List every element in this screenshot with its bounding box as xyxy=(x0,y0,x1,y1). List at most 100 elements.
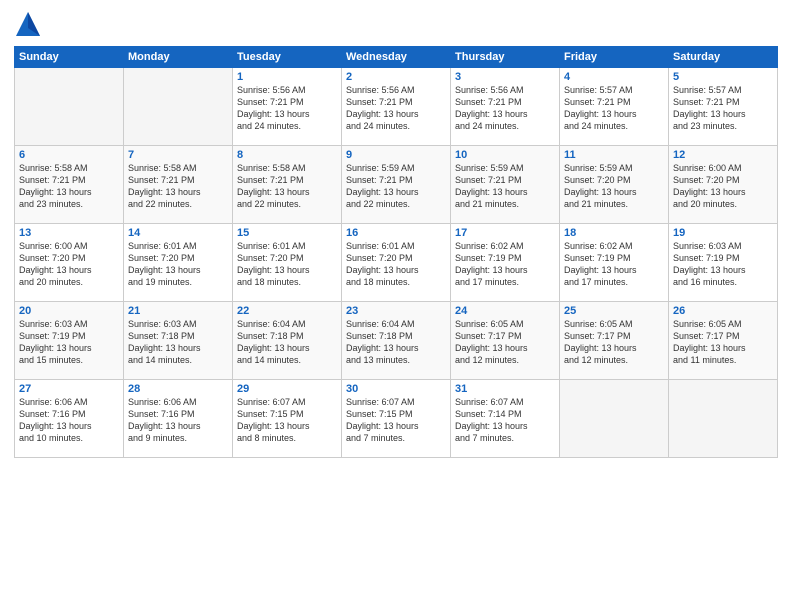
calendar-cell xyxy=(15,68,124,146)
weekday-header: Wednesday xyxy=(342,47,451,68)
calendar-cell: 29Sunrise: 6:07 AM Sunset: 7:15 PM Dayli… xyxy=(233,380,342,458)
calendar-cell: 3Sunrise: 5:56 AM Sunset: 7:21 PM Daylig… xyxy=(451,68,560,146)
calendar-cell: 9Sunrise: 5:59 AM Sunset: 7:21 PM Daylig… xyxy=(342,146,451,224)
calendar-week-row: 13Sunrise: 6:00 AM Sunset: 7:20 PM Dayli… xyxy=(15,224,778,302)
day-info: Sunrise: 6:03 AM Sunset: 7:18 PM Dayligh… xyxy=(128,318,228,367)
weekday-header: Sunday xyxy=(15,47,124,68)
day-info: Sunrise: 6:05 AM Sunset: 7:17 PM Dayligh… xyxy=(673,318,773,367)
calendar-cell: 19Sunrise: 6:03 AM Sunset: 7:19 PM Dayli… xyxy=(669,224,778,302)
day-number: 6 xyxy=(19,149,119,161)
day-number: 7 xyxy=(128,149,228,161)
day-number: 5 xyxy=(673,71,773,83)
calendar-cell: 16Sunrise: 6:01 AM Sunset: 7:20 PM Dayli… xyxy=(342,224,451,302)
day-info: Sunrise: 6:06 AM Sunset: 7:16 PM Dayligh… xyxy=(128,396,228,445)
weekday-header: Tuesday xyxy=(233,47,342,68)
day-number: 10 xyxy=(455,149,555,161)
day-info: Sunrise: 5:56 AM Sunset: 7:21 PM Dayligh… xyxy=(346,84,446,133)
weekday-header: Saturday xyxy=(669,47,778,68)
calendar-cell: 15Sunrise: 6:01 AM Sunset: 7:20 PM Dayli… xyxy=(233,224,342,302)
logo-icon xyxy=(14,10,42,38)
day-number: 19 xyxy=(673,227,773,239)
day-number: 21 xyxy=(128,305,228,317)
weekday-header: Friday xyxy=(560,47,669,68)
day-number: 2 xyxy=(346,71,446,83)
day-info: Sunrise: 6:07 AM Sunset: 7:15 PM Dayligh… xyxy=(346,396,446,445)
day-number: 30 xyxy=(346,383,446,395)
day-info: Sunrise: 5:59 AM Sunset: 7:20 PM Dayligh… xyxy=(564,162,664,211)
day-number: 13 xyxy=(19,227,119,239)
day-number: 24 xyxy=(455,305,555,317)
day-info: Sunrise: 5:56 AM Sunset: 7:21 PM Dayligh… xyxy=(237,84,337,133)
calendar-cell: 26Sunrise: 6:05 AM Sunset: 7:17 PM Dayli… xyxy=(669,302,778,380)
calendar-cell: 22Sunrise: 6:04 AM Sunset: 7:18 PM Dayli… xyxy=(233,302,342,380)
day-info: Sunrise: 6:04 AM Sunset: 7:18 PM Dayligh… xyxy=(346,318,446,367)
day-info: Sunrise: 6:01 AM Sunset: 7:20 PM Dayligh… xyxy=(128,240,228,289)
day-info: Sunrise: 6:05 AM Sunset: 7:17 PM Dayligh… xyxy=(564,318,664,367)
day-number: 25 xyxy=(564,305,664,317)
weekday-row: SundayMondayTuesdayWednesdayThursdayFrid… xyxy=(15,47,778,68)
day-number: 18 xyxy=(564,227,664,239)
calendar-header: SundayMondayTuesdayWednesdayThursdayFrid… xyxy=(15,47,778,68)
day-number: 29 xyxy=(237,383,337,395)
day-info: Sunrise: 5:58 AM Sunset: 7:21 PM Dayligh… xyxy=(19,162,119,211)
day-number: 12 xyxy=(673,149,773,161)
calendar-week-row: 20Sunrise: 6:03 AM Sunset: 7:19 PM Dayli… xyxy=(15,302,778,380)
day-info: Sunrise: 6:01 AM Sunset: 7:20 PM Dayligh… xyxy=(346,240,446,289)
day-number: 23 xyxy=(346,305,446,317)
day-info: Sunrise: 6:02 AM Sunset: 7:19 PM Dayligh… xyxy=(455,240,555,289)
day-info: Sunrise: 6:02 AM Sunset: 7:19 PM Dayligh… xyxy=(564,240,664,289)
calendar-cell xyxy=(560,380,669,458)
day-info: Sunrise: 5:58 AM Sunset: 7:21 PM Dayligh… xyxy=(237,162,337,211)
calendar-cell: 28Sunrise: 6:06 AM Sunset: 7:16 PM Dayli… xyxy=(124,380,233,458)
calendar-cell xyxy=(669,380,778,458)
calendar-cell: 10Sunrise: 5:59 AM Sunset: 7:21 PM Dayli… xyxy=(451,146,560,224)
day-info: Sunrise: 6:00 AM Sunset: 7:20 PM Dayligh… xyxy=(19,240,119,289)
calendar-cell: 30Sunrise: 6:07 AM Sunset: 7:15 PM Dayli… xyxy=(342,380,451,458)
calendar-cell: 27Sunrise: 6:06 AM Sunset: 7:16 PM Dayli… xyxy=(15,380,124,458)
calendar-cell: 18Sunrise: 6:02 AM Sunset: 7:19 PM Dayli… xyxy=(560,224,669,302)
calendar-week-row: 6Sunrise: 5:58 AM Sunset: 7:21 PM Daylig… xyxy=(15,146,778,224)
day-info: Sunrise: 6:07 AM Sunset: 7:15 PM Dayligh… xyxy=(237,396,337,445)
calendar-week-row: 27Sunrise: 6:06 AM Sunset: 7:16 PM Dayli… xyxy=(15,380,778,458)
calendar-cell: 24Sunrise: 6:05 AM Sunset: 7:17 PM Dayli… xyxy=(451,302,560,380)
day-info: Sunrise: 5:59 AM Sunset: 7:21 PM Dayligh… xyxy=(346,162,446,211)
calendar-body: 1Sunrise: 5:56 AM Sunset: 7:21 PM Daylig… xyxy=(15,68,778,458)
day-number: 8 xyxy=(237,149,337,161)
day-number: 26 xyxy=(673,305,773,317)
calendar-cell: 5Sunrise: 5:57 AM Sunset: 7:21 PM Daylig… xyxy=(669,68,778,146)
day-number: 3 xyxy=(455,71,555,83)
calendar-cell: 23Sunrise: 6:04 AM Sunset: 7:18 PM Dayli… xyxy=(342,302,451,380)
day-number: 11 xyxy=(564,149,664,161)
logo xyxy=(14,10,44,38)
calendar-cell: 21Sunrise: 6:03 AM Sunset: 7:18 PM Dayli… xyxy=(124,302,233,380)
calendar-page: SundayMondayTuesdayWednesdayThursdayFrid… xyxy=(0,0,792,612)
day-number: 20 xyxy=(19,305,119,317)
day-info: Sunrise: 6:06 AM Sunset: 7:16 PM Dayligh… xyxy=(19,396,119,445)
calendar-week-row: 1Sunrise: 5:56 AM Sunset: 7:21 PM Daylig… xyxy=(15,68,778,146)
day-info: Sunrise: 6:07 AM Sunset: 7:14 PM Dayligh… xyxy=(455,396,555,445)
day-info: Sunrise: 6:03 AM Sunset: 7:19 PM Dayligh… xyxy=(673,240,773,289)
day-number: 1 xyxy=(237,71,337,83)
day-info: Sunrise: 6:03 AM Sunset: 7:19 PM Dayligh… xyxy=(19,318,119,367)
weekday-header: Monday xyxy=(124,47,233,68)
day-info: Sunrise: 5:56 AM Sunset: 7:21 PM Dayligh… xyxy=(455,84,555,133)
day-number: 31 xyxy=(455,383,555,395)
day-info: Sunrise: 5:57 AM Sunset: 7:21 PM Dayligh… xyxy=(564,84,664,133)
day-number: 14 xyxy=(128,227,228,239)
calendar-cell: 14Sunrise: 6:01 AM Sunset: 7:20 PM Dayli… xyxy=(124,224,233,302)
day-number: 4 xyxy=(564,71,664,83)
day-info: Sunrise: 5:59 AM Sunset: 7:21 PM Dayligh… xyxy=(455,162,555,211)
calendar-cell: 8Sunrise: 5:58 AM Sunset: 7:21 PM Daylig… xyxy=(233,146,342,224)
day-info: Sunrise: 5:57 AM Sunset: 7:21 PM Dayligh… xyxy=(673,84,773,133)
header xyxy=(14,10,778,38)
calendar-cell: 7Sunrise: 5:58 AM Sunset: 7:21 PM Daylig… xyxy=(124,146,233,224)
calendar-cell: 17Sunrise: 6:02 AM Sunset: 7:19 PM Dayli… xyxy=(451,224,560,302)
weekday-header: Thursday xyxy=(451,47,560,68)
calendar-cell: 11Sunrise: 5:59 AM Sunset: 7:20 PM Dayli… xyxy=(560,146,669,224)
calendar-cell: 13Sunrise: 6:00 AM Sunset: 7:20 PM Dayli… xyxy=(15,224,124,302)
day-number: 15 xyxy=(237,227,337,239)
day-number: 9 xyxy=(346,149,446,161)
calendar-cell xyxy=(124,68,233,146)
day-number: 17 xyxy=(455,227,555,239)
day-info: Sunrise: 6:05 AM Sunset: 7:17 PM Dayligh… xyxy=(455,318,555,367)
